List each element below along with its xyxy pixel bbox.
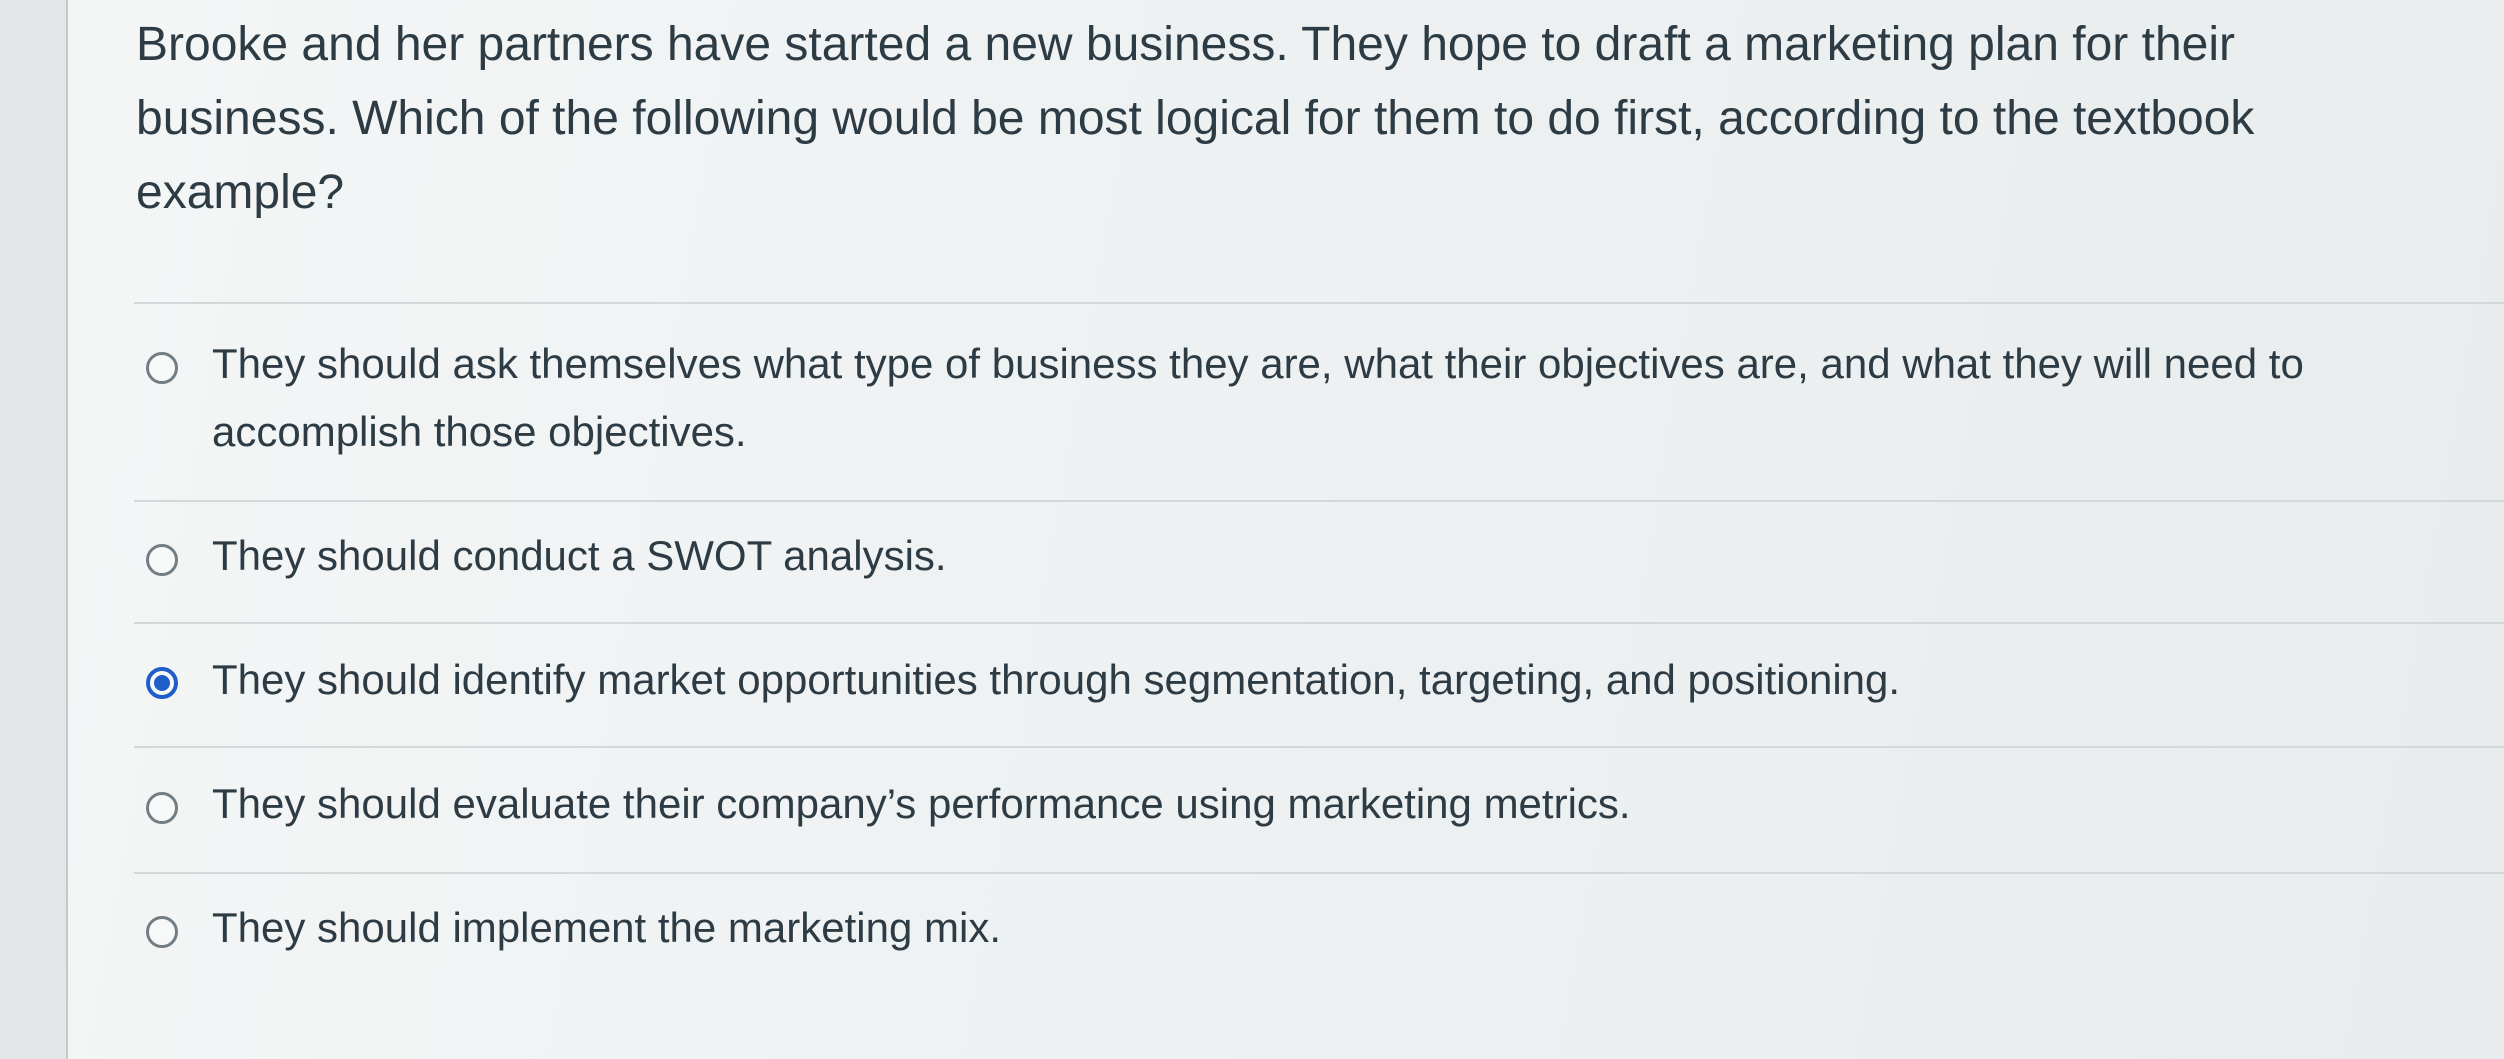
answer-option-label: They should ask themselves what type of … — [212, 340, 2304, 455]
radio-button-unselected[interactable] — [146, 792, 178, 824]
divider — [134, 622, 2504, 624]
divider — [134, 500, 2504, 502]
divider — [134, 302, 2504, 304]
answer-option-label: They should evaluate their company’s per… — [212, 780, 1631, 827]
divider — [134, 746, 2504, 748]
radio-button-unselected[interactable] — [146, 352, 178, 384]
answer-option-label: They should conduct a SWOT analysis. — [212, 532, 947, 579]
answer-options: They should ask themselves what type of … — [0, 0, 2504, 1059]
radio-button-unselected[interactable] — [146, 916, 178, 948]
answer-option-label: They should implement the marketing mix. — [212, 904, 1001, 951]
radio-button-unselected[interactable] — [146, 544, 178, 576]
divider — [134, 872, 2504, 874]
answer-option-label: They should identify market opportunitie… — [212, 656, 1901, 703]
radio-button-selected[interactable] — [146, 667, 178, 699]
